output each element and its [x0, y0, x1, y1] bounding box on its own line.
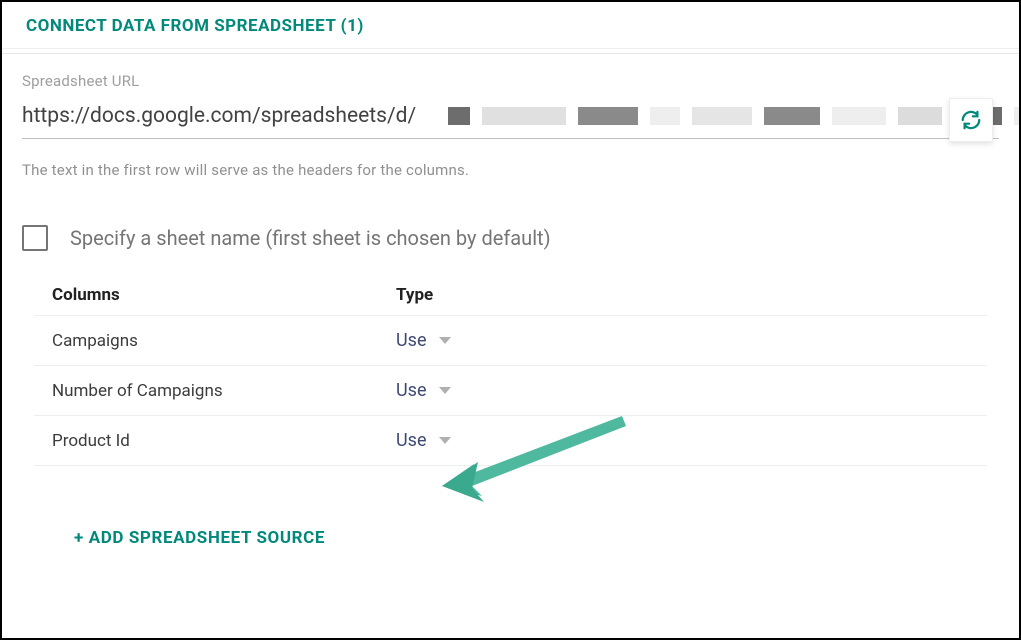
column-name: Product Id — [52, 431, 396, 451]
table-row: Number of Campaigns Use — [34, 366, 987, 416]
header-row-hint: The text in the first row will serve as … — [22, 161, 999, 179]
connect-data-panel: CONNECT DATA FROM SPREADSHEET (1) Spread… — [0, 0, 1021, 640]
type-select-value: Use — [396, 330, 427, 351]
url-input-row[interactable]: https://docs.google.com/spreadsheets/d/ — [22, 104, 999, 139]
panel-title: CONNECT DATA FROM SPREADSHEET (1) — [26, 16, 364, 36]
url-redacted-suffix — [426, 107, 1021, 125]
column-name: Campaigns — [52, 331, 396, 351]
caret-down-icon — [439, 337, 451, 344]
specify-sheet-checkbox[interactable] — [22, 225, 48, 251]
columns-table-head: Columns Type — [34, 275, 987, 316]
type-select[interactable]: Use — [396, 430, 451, 451]
add-spreadsheet-source-label: + ADD SPREADSHEET SOURCE — [74, 528, 325, 548]
add-spreadsheet-source-button[interactable]: + ADD SPREADSHEET SOURCE — [22, 528, 999, 548]
url-field-label: Spreadsheet URL — [22, 72, 999, 90]
columns-table: Columns Type Campaigns Use Number of Cam… — [22, 275, 999, 466]
panel-header: CONNECT DATA FROM SPREADSHEET (1) — [2, 2, 1019, 49]
type-select-value: Use — [396, 430, 427, 451]
form-section: Spreadsheet URL https://docs.google.com/… — [2, 53, 1019, 572]
specify-sheet-row: Specify a sheet name (first sheet is cho… — [22, 225, 999, 251]
caret-down-icon — [439, 387, 451, 394]
caret-down-icon — [439, 437, 451, 444]
refresh-button[interactable] — [949, 98, 993, 142]
table-row: Product Id Use — [34, 416, 987, 466]
specify-sheet-label: Specify a sheet name (first sheet is cho… — [70, 226, 551, 250]
th-type: Type — [396, 285, 969, 305]
type-select[interactable]: Use — [396, 380, 451, 401]
type-select-value: Use — [396, 380, 427, 401]
url-input-value: https://docs.google.com/spreadsheets/d/ — [22, 104, 416, 128]
table-row: Campaigns Use — [34, 316, 987, 366]
th-columns: Columns — [52, 285, 396, 305]
column-name: Number of Campaigns — [52, 381, 396, 401]
refresh-icon — [960, 109, 982, 131]
type-select[interactable]: Use — [396, 330, 451, 351]
